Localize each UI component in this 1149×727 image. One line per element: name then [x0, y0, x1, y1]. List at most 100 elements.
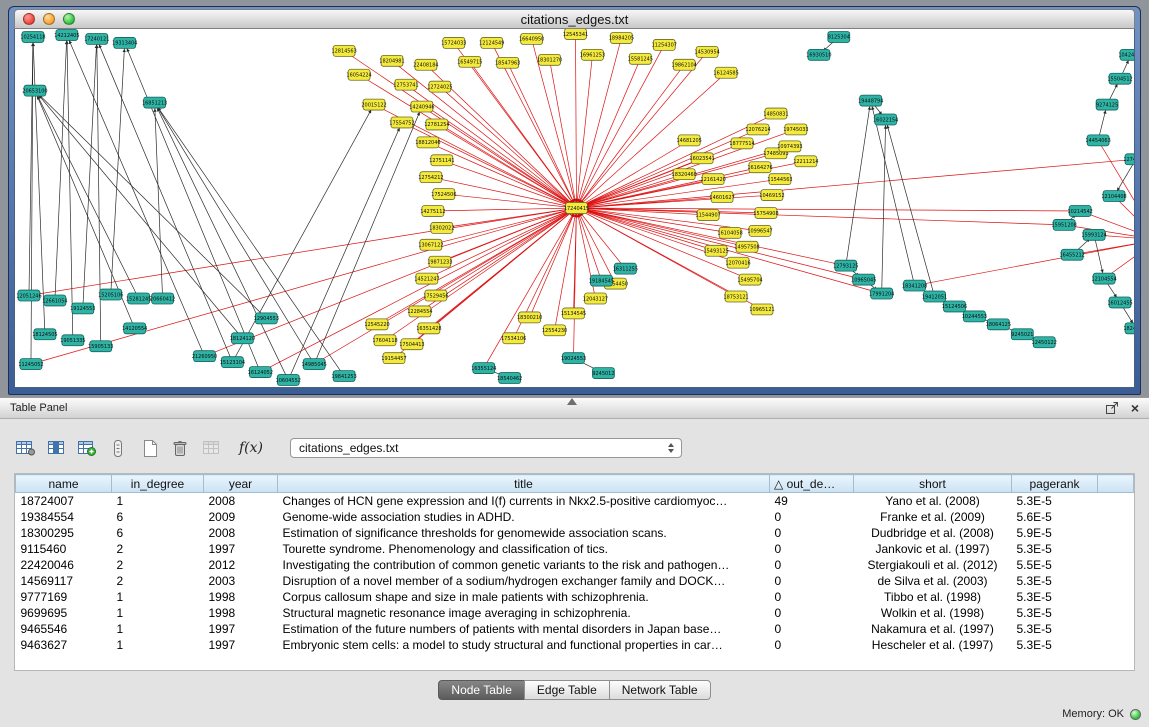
- graph-node[interactable]: 13067122: [418, 239, 443, 250]
- graph-node[interactable]: 9245012: [592, 368, 614, 379]
- graph-node[interactable]: 16640950: [519, 33, 544, 44]
- graph-node[interactable]: 12211214: [793, 156, 818, 167]
- graph-node[interactable]: 14850831: [763, 108, 788, 119]
- graph-node[interactable]: 14985045: [302, 359, 327, 370]
- column-header-out-de-[interactable]: △ out_de…: [770, 475, 854, 493]
- close-window-button[interactable]: [23, 13, 35, 25]
- graph-node[interactable]: 12161420: [700, 174, 725, 185]
- graph-node[interactable]: 12554230: [542, 325, 567, 336]
- graph-node[interactable]: 12051246: [16, 290, 41, 301]
- graph-node[interactable]: 16104058: [717, 227, 742, 238]
- graph-node[interactable]: 16012455: [1107, 297, 1132, 308]
- graph-node[interactable]: 12754212: [418, 172, 443, 183]
- graph-node[interactable]: 12545341: [563, 29, 588, 39]
- graph-node[interactable]: 11544907: [695, 209, 720, 220]
- graph-node[interactable]: 14275112: [420, 206, 445, 217]
- graph-node[interactable]: 15123104: [220, 357, 245, 368]
- graph-node[interactable]: 19313404: [112, 37, 137, 48]
- citation-network-graph[interactable]: 1724041512814563160542241820498112753741…: [15, 29, 1134, 387]
- graph-node[interactable]: 16022154: [873, 114, 898, 125]
- graph-node[interactable]: 15724033: [441, 37, 466, 48]
- import-table-button[interactable]: [74, 436, 100, 460]
- graph-node[interactable]: 16930510: [806, 49, 831, 60]
- graph-node[interactable]: 10996547: [747, 225, 772, 236]
- tab-network-table[interactable]: Network Table: [609, 680, 711, 700]
- graph-node[interactable]: 15205106: [98, 289, 123, 300]
- graph-node[interactable]: 15993124: [1081, 229, 1106, 240]
- graph-node[interactable]: 10254118: [20, 31, 45, 42]
- graph-node[interactable]: 19154457: [381, 353, 406, 364]
- network-canvas[interactable]: 1724041512814563160542241820498112753741…: [14, 29, 1135, 388]
- float-panel-button[interactable]: [1106, 402, 1119, 414]
- graph-node[interactable]: 19841253: [331, 371, 356, 382]
- graph-node[interactable]: 17504413: [399, 339, 424, 350]
- graph-node[interactable]: 18302022: [429, 222, 454, 233]
- graph-node[interactable]: 8125304: [828, 31, 850, 42]
- graph-node[interactable]: 22408184: [413, 59, 438, 70]
- graph-node[interactable]: 15504512: [1107, 73, 1132, 84]
- graph-node[interactable]: 19124553: [70, 303, 95, 314]
- graph-node[interactable]: 10244553: [962, 311, 987, 322]
- graph-node[interactable]: 15951208: [1052, 219, 1077, 230]
- graph-node[interactable]: 17554752: [389, 117, 414, 128]
- graph-node[interactable]: 18984205: [609, 32, 634, 43]
- graph-node[interactable]: 16549715: [457, 56, 482, 67]
- graph-node[interactable]: 18245032: [1123, 323, 1134, 334]
- graph-node[interactable]: 12070416: [725, 257, 750, 268]
- graph-node[interactable]: 15754908: [753, 208, 778, 219]
- graph-node[interactable]: 12661054: [42, 295, 67, 306]
- graph-node[interactable]: 20015122: [361, 99, 386, 110]
- close-panel-button[interactable]: ×: [1131, 401, 1139, 415]
- graph-node[interactable]: 14120554: [122, 323, 147, 334]
- graph-node[interactable]: 14454063: [1085, 135, 1110, 146]
- graph-node[interactable]: 19184545: [589, 275, 614, 286]
- graph-node[interactable]: 15905133: [88, 341, 113, 352]
- row-height-button[interactable]: [105, 436, 131, 460]
- graph-node[interactable]: 10214542: [1067, 206, 1092, 217]
- merge-table-button[interactable]: [198, 436, 224, 460]
- graph-node[interactable]: 15493125: [703, 245, 728, 256]
- table-row[interactable]: 946554611997Estimation of the future num…: [16, 621, 1134, 637]
- panel-splitter-handle[interactable]: [567, 398, 577, 405]
- delete-table-button[interactable]: [167, 436, 193, 460]
- graph-node[interactable]: 9245021: [1011, 329, 1033, 340]
- table-row[interactable]: 977716911998Corpus callosum shape and si…: [16, 589, 1134, 605]
- graph-node[interactable]: 16124052: [248, 367, 273, 378]
- graph-node[interactable]: 18300210: [517, 312, 542, 323]
- graph-node[interactable]: 12724025: [427, 81, 452, 92]
- column-header-name[interactable]: name: [16, 475, 112, 493]
- graph-node[interactable]: 21260950: [192, 351, 217, 362]
- graph-node[interactable]: 15581245: [628, 53, 653, 64]
- table-row[interactable]: 1830029562008Estimation of significance …: [16, 525, 1134, 541]
- column-header-pagerank[interactable]: pagerank: [1012, 475, 1098, 493]
- graph-node[interactable]: 17524506: [431, 189, 456, 200]
- graph-node[interactable]: 18341208: [902, 280, 927, 291]
- graph-node[interactable]: 11254307: [652, 39, 677, 50]
- graph-node[interactable]: 12753741: [393, 79, 418, 90]
- graph-node[interactable]: 17529456: [423, 290, 448, 301]
- graph-node[interactable]: 19862104: [672, 59, 697, 70]
- table-row[interactable]: 946362711997Embryonic stem cells: a mode…: [16, 637, 1134, 653]
- graph-node[interactable]: 17991204: [869, 288, 894, 299]
- graph-node[interactable]: 10965045: [851, 274, 876, 285]
- minimize-window-button[interactable]: [43, 13, 55, 25]
- graph-node[interactable]: 12781254: [424, 119, 449, 130]
- graph-node[interactable]: 12751141: [429, 155, 454, 166]
- graph-node[interactable]: 16023541: [689, 153, 714, 164]
- graph-node[interactable]: 12124549: [479, 37, 504, 48]
- graph-node[interactable]: 15124506: [942, 301, 967, 312]
- column-header-year[interactable]: year: [204, 475, 278, 493]
- graph-node[interactable]: 16124585: [713, 67, 738, 78]
- graph-node[interactable]: 20660412: [150, 293, 175, 304]
- graph-node[interactable]: 10469152: [759, 190, 784, 201]
- graph-node[interactable]: 19412051: [922, 291, 947, 302]
- network-window-titlebar[interactable]: citations_edges.txt: [14, 9, 1135, 29]
- tab-edge-table[interactable]: Edge Table: [524, 680, 610, 700]
- graph-node[interactable]: 11544563: [767, 174, 792, 185]
- graph-node[interactable]: 18540462: [497, 373, 522, 384]
- graph-node[interactable]: 20653100: [22, 85, 47, 96]
- graph-node[interactable]: 10424553: [1118, 49, 1134, 60]
- graph-node[interactable]: 14521247: [414, 273, 439, 284]
- graph-node[interactable]: 16355124: [471, 363, 496, 374]
- graph-node[interactable]: 16455212: [1059, 249, 1084, 260]
